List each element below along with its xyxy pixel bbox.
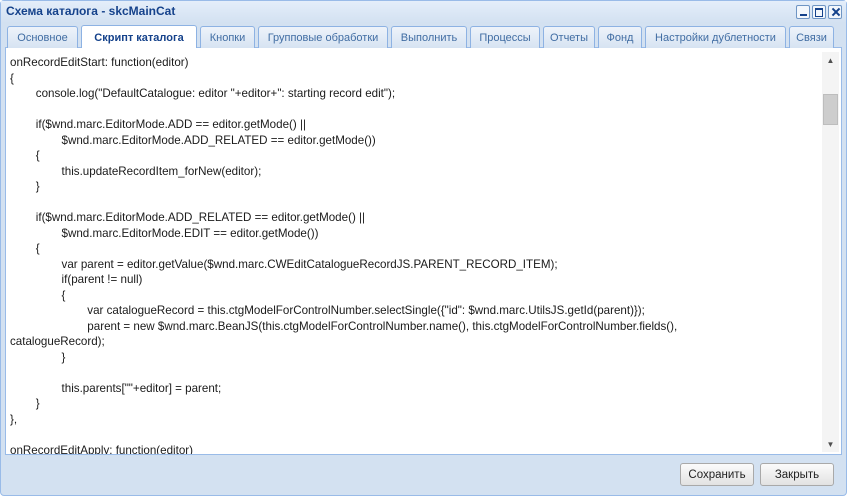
tab-strip: Основное Скрипт каталога Кнопки Групповы…: [5, 23, 842, 49]
code-line: {: [10, 149, 40, 162]
tab-fund[interactable]: Фонд: [598, 26, 642, 48]
code-line: onRecordEditApply: function(editor): [10, 443, 194, 455]
scroll-down-icon[interactable]: ▼: [822, 436, 839, 452]
code-line: {: [10, 288, 66, 302]
code-line: $wnd.marc.EditorMode.EDIT == editor.getM…: [10, 226, 319, 240]
code-line: parent = new $wnd.marc.BeanJS(this.ctgMo…: [10, 319, 678, 333]
code-line: if($wnd.marc.EditorMode.ADD_RELATED == e…: [10, 211, 366, 224]
tab-processes[interactable]: Процессы: [470, 26, 540, 48]
code-line: this.parents[""+editor] = parent;: [10, 381, 222, 395]
code-line: catalogueRecord);: [10, 335, 105, 348]
scroll-thumb[interactable]: [823, 94, 838, 125]
tab-duplicate-settings[interactable]: Настройки дублетности: [645, 26, 786, 48]
tab-execute[interactable]: Выполнить: [391, 26, 467, 48]
code-line: }: [10, 180, 40, 193]
code-line: onRecordEditStart: function(editor): [10, 56, 189, 69]
code-area[interactable]: onRecordEditStart: function(editor) { con…: [6, 55, 821, 454]
maximize-icon[interactable]: [812, 5, 826, 19]
tab-links[interactable]: Связи: [789, 26, 834, 48]
code-line: if($wnd.marc.EditorMode.ADD == editor.ge…: [10, 118, 306, 131]
tab-buttons[interactable]: Кнопки: [200, 26, 255, 48]
tab-main[interactable]: Основное: [7, 26, 78, 48]
code-line: var catalogueRecord = this.ctgModelForCo…: [10, 304, 645, 317]
script-editor[interactable]: onRecordEditStart: function(editor) { con…: [5, 48, 842, 455]
save-button[interactable]: Сохранить: [680, 463, 754, 486]
scroll-up-icon[interactable]: ▲: [822, 52, 839, 68]
code-line: }: [10, 397, 40, 410]
close-button[interactable]: Закрыть: [760, 463, 834, 486]
code-line: if(parent != null): [10, 273, 143, 286]
code-line: {: [10, 242, 40, 255]
tab-catalogue-script[interactable]: Скрипт каталога: [81, 25, 197, 49]
code-line: var parent = editor.getValue($wnd.marc.C…: [10, 257, 558, 271]
minimize-icon[interactable]: [796, 5, 810, 19]
window-title: Схема каталога - skcMainCat: [6, 4, 176, 18]
code-line: this.updateRecordItem_forNew(editor);: [10, 164, 262, 178]
code-line: $wnd.marc.EditorMode.ADD_RELATED == edit…: [10, 133, 376, 147]
code-line: },: [10, 412, 18, 426]
code-line: console.log("DefaultCatalogue: editor "+…: [10, 87, 396, 100]
code-line: {: [10, 71, 14, 85]
close-icon[interactable]: [828, 5, 842, 19]
catalogue-schema-window: Схема каталога - skcMainCat Основное Скр…: [0, 0, 847, 496]
window-titlebar[interactable]: Схема каталога - skcMainCat: [1, 1, 846, 23]
vertical-scrollbar[interactable]: ▲ ▼: [822, 52, 839, 452]
tab-reports[interactable]: Отчеты: [543, 26, 595, 48]
tab-group-processing[interactable]: Групповые обработки: [258, 26, 388, 48]
code-line: }: [10, 350, 66, 364]
